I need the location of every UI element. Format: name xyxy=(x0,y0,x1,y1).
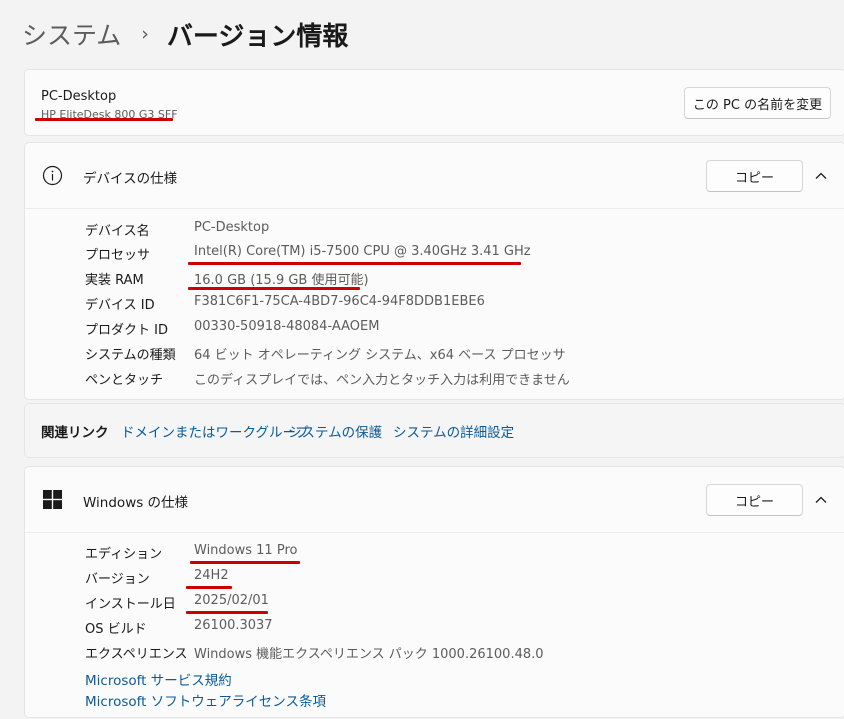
spec-label: プロセッサ xyxy=(85,248,151,263)
system-protection-link[interactable]: システムの保護 xyxy=(288,421,382,441)
spec-value: Windows 機能エクスペリエンス パック 1000.26100.48.0 xyxy=(194,647,544,662)
chevron-up-icon[interactable] xyxy=(813,168,829,184)
spec-value: 00330-50918-48084-AAOEM xyxy=(194,319,380,334)
chevron-right-icon: › xyxy=(141,23,149,45)
spec-label: OS ビルド xyxy=(85,622,147,637)
spec-value: このディスプレイでは、ペン入力とタッチ入力は利用できません xyxy=(194,373,570,388)
related-links-title: 関連リンク xyxy=(41,425,109,441)
info-icon xyxy=(42,165,63,186)
spec-value: Windows 11 Pro xyxy=(194,543,298,558)
spec-label: ペンとタッチ xyxy=(85,373,164,388)
spec-label: エディション xyxy=(85,547,163,562)
spec-value: F381C6F1-75CA-4BD7-96C4-94F8DDB1EBE6 xyxy=(194,294,485,309)
spec-value: 24H2 xyxy=(194,568,229,583)
related-links-bar: 関連リンク ドメインまたはワークグループ システムの保護 システムの詳細設定 xyxy=(24,403,844,458)
pc-name: PC-Desktop xyxy=(41,89,117,104)
domain-workgroup-link[interactable]: ドメインまたはワークグループ xyxy=(121,421,309,441)
microsoft-license-terms-link[interactable]: Microsoft ソフトウェアライセンス条項 xyxy=(85,690,326,710)
copy-windows-specs-button[interactable]: コピー xyxy=(706,484,803,516)
spec-label: システムの種類 xyxy=(85,348,176,363)
spec-label: インストール日 xyxy=(85,597,176,612)
breadcrumb: システム › バージョン情報 xyxy=(22,14,348,54)
annotation-underline-version xyxy=(186,586,232,589)
spec-label: デバイス ID xyxy=(85,298,155,313)
chevron-up-icon[interactable] xyxy=(813,492,829,508)
spec-value: Intel(R) Core(TM) i5-7500 CPU @ 3.40GHz … xyxy=(194,244,531,259)
spec-label: 実装 RAM xyxy=(85,273,144,288)
spec-label: プロダクト ID xyxy=(85,323,168,338)
breadcrumb-parent-system[interactable]: システム xyxy=(22,16,121,52)
device-specs-card: デバイスの仕様 コピー デバイス名 PC-Desktop プロセッサ Intel… xyxy=(24,142,844,400)
spec-value: PC-Desktop xyxy=(194,220,270,235)
device-specs-header[interactable]: デバイスの仕様 コピー xyxy=(25,143,844,209)
spec-label: デバイス名 xyxy=(85,224,150,239)
windows-specs-header[interactable]: Windows の仕様 コピー xyxy=(25,467,844,533)
microsoft-services-agreement-link[interactable]: Microsoft サービス規約 xyxy=(85,669,232,689)
annotation-underline-model xyxy=(35,118,173,121)
annotation-underline-edition xyxy=(190,561,300,564)
spec-value: 2025/02/01 xyxy=(194,593,269,608)
device-specs-title: デバイスの仕様 xyxy=(83,171,178,187)
windows-specs-card: Windows の仕様 コピー エディション Windows 11 Pro バー… xyxy=(24,466,844,718)
spec-value: 64 ビット オペレーティング システム、x64 ベース プロセッサ xyxy=(194,348,566,363)
annotation-underline-ram xyxy=(188,287,360,290)
spec-label: バージョン xyxy=(85,572,150,587)
spec-label: エクスペリエンス xyxy=(85,647,188,662)
rename-pc-button[interactable]: この PC の名前を変更 xyxy=(684,87,831,119)
spec-value: 16.0 GB (15.9 GB 使用可能) xyxy=(194,273,369,288)
windows-logo-icon xyxy=(43,490,62,509)
annotation-underline-install-date xyxy=(186,611,268,614)
copy-device-specs-button[interactable]: コピー xyxy=(706,160,803,192)
windows-specs-title: Windows の仕様 xyxy=(83,495,189,511)
spec-value: 26100.3037 xyxy=(194,618,273,633)
annotation-underline-processor xyxy=(188,262,521,265)
page-title: バージョン情報 xyxy=(166,21,349,52)
pc-name-card: PC-Desktop HP EliteDesk 800 G3 SFF この PC… xyxy=(24,69,844,136)
advanced-system-settings-link[interactable]: システムの詳細設定 xyxy=(393,421,514,441)
